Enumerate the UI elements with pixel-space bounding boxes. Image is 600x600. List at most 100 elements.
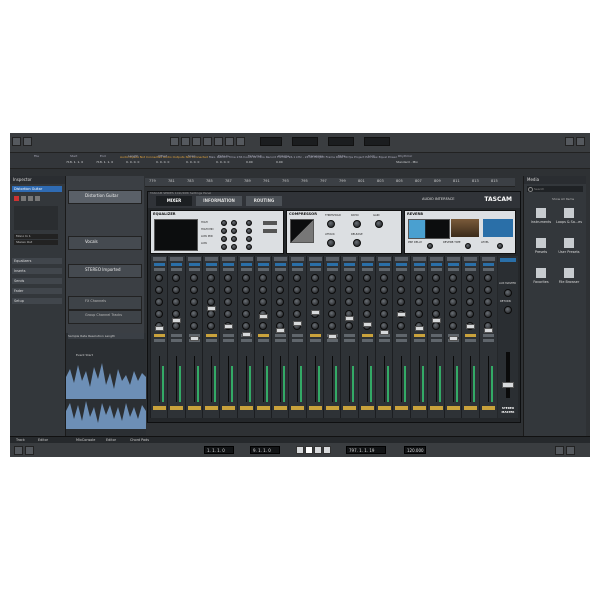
monitor-button[interactable] (21, 196, 26, 201)
channel-fader[interactable] (206, 306, 216, 311)
channel-comp-button[interactable] (275, 268, 287, 271)
channel-input-select[interactable] (170, 257, 184, 261)
channel-mute-button[interactable] (309, 334, 321, 337)
channel-solo-button[interactable] (292, 339, 304, 342)
channel-aux-knob[interactable] (483, 310, 492, 318)
comp-gain-knob[interactable] (375, 220, 383, 228)
eq-low-gain-knob[interactable] (221, 244, 227, 250)
channel-eq-knob[interactable] (466, 286, 475, 294)
channel-comp-button[interactable] (482, 268, 494, 271)
eq-low-q-knob[interactable] (246, 244, 252, 250)
channel-aux-knob[interactable] (414, 310, 423, 318)
channel-mute-button[interactable] (171, 334, 183, 337)
mute-button[interactable] (28, 196, 33, 201)
channel-gain-knob[interactable] (172, 274, 181, 282)
inspector-section-inserts[interactable]: Inserts (12, 268, 62, 274)
channel-input-select[interactable] (395, 257, 409, 261)
eq-lomid-gain-knob[interactable] (221, 236, 227, 242)
channel-comp-knob[interactable] (258, 298, 267, 306)
channel-solo-button[interactable] (482, 339, 494, 342)
channel-solo-button[interactable] (465, 339, 477, 342)
channel-eq-button[interactable] (413, 263, 425, 266)
channel-fader[interactable] (397, 312, 407, 317)
channel-fader[interactable] (310, 310, 320, 315)
snap-select[interactable] (364, 137, 390, 146)
channel-solo-button[interactable] (344, 339, 356, 342)
channel-comp-knob[interactable] (189, 298, 198, 306)
right-locator-display[interactable]: 9. 1. 1. 0 (250, 446, 280, 454)
channel-eq-button[interactable] (482, 263, 494, 266)
channel-gain-knob[interactable] (328, 274, 336, 282)
channel-input-select[interactable] (377, 257, 391, 261)
transport-menu-button[interactable] (14, 446, 23, 455)
channel-aux-knob[interactable] (431, 310, 440, 318)
channel-mute-button[interactable] (465, 334, 477, 337)
eq-high-q-knob[interactable] (246, 220, 252, 226)
track-row[interactable]: STEREO Imported (68, 264, 142, 278)
channel-comp-button[interactable] (154, 268, 165, 271)
channel-comp-button[interactable] (465, 268, 477, 271)
channel-pan-knob[interactable] (431, 322, 440, 330)
channel-comp-knob[interactable] (224, 298, 233, 306)
channel-input-select[interactable] (481, 257, 495, 261)
media-search-input[interactable]: Search (527, 186, 583, 192)
channel-comp-knob[interactable] (206, 298, 215, 306)
channel-input-select[interactable] (447, 257, 461, 261)
channel-comp-knob[interactable] (362, 298, 371, 306)
media-tile-loops[interactable]: Loops & Sa...es (556, 208, 582, 228)
channel-comp-knob[interactable] (345, 298, 354, 306)
auto-scroll-field[interactable] (260, 137, 282, 146)
media-tile-file-browser[interactable]: File Browser (558, 268, 580, 288)
media-tile-user-presets[interactable]: User Presets (558, 238, 580, 258)
track-row[interactable]: Distortion Guitar (68, 190, 142, 204)
channel-fader[interactable] (414, 326, 424, 331)
stop-button[interactable] (305, 446, 313, 454)
channel-pan-knob[interactable] (241, 322, 250, 330)
channel-eq-knob[interactable] (241, 286, 250, 294)
channel-aux-knob[interactable] (241, 310, 250, 318)
channel-gain-knob[interactable] (293, 274, 302, 282)
record-enable-button[interactable] (14, 196, 19, 201)
folder-track-row[interactable]: FX Channels (68, 296, 142, 310)
range-tool-button[interactable] (181, 137, 190, 146)
channel-gain-knob[interactable] (310, 274, 319, 282)
media-tile-favorites[interactable]: Favorites (530, 268, 552, 288)
channel-solo-button[interactable] (223, 339, 235, 342)
channel-mute-button[interactable] (482, 334, 494, 337)
channel-solo-button[interactable] (361, 339, 373, 342)
channel-fader[interactable] (345, 316, 355, 321)
channel-eq-button[interactable] (240, 263, 252, 266)
left-locator-display[interactable]: 1. 1. 1. 0 (204, 446, 234, 454)
channel-comp-button[interactable] (327, 268, 338, 271)
channel-comp-button[interactable] (344, 268, 356, 271)
info-value[interactable]: 0. 0. 0. 0 (186, 160, 199, 164)
channel-gain-knob[interactable] (431, 274, 440, 282)
info-value[interactable]: 0.00 (246, 160, 253, 164)
tab-mixconsole[interactable]: MixConsole (76, 438, 95, 442)
channel-fader[interactable] (379, 330, 389, 335)
zoom-tool-button[interactable] (225, 137, 234, 146)
channel-aux-knob[interactable] (155, 310, 163, 318)
channel-eq-button[interactable] (257, 263, 269, 266)
channel-aux-knob[interactable] (328, 310, 336, 318)
tab-track[interactable]: Track (16, 438, 25, 442)
info-value[interactable]: 718. 1. 1. 0 (66, 160, 83, 164)
inspector-section-equalizers[interactable]: Equalizers (12, 258, 62, 264)
info-value[interactable]: 0. 0. 0. 0 (216, 160, 229, 164)
channel-comp-button[interactable] (223, 268, 235, 271)
channel-eq-knob[interactable] (362, 286, 371, 294)
channel-input-select[interactable] (326, 257, 339, 261)
channel-aux-knob[interactable] (172, 310, 181, 318)
volume-pan-area[interactable] (14, 206, 58, 230)
channel-aux-knob[interactable] (224, 310, 233, 318)
undo-button[interactable] (23, 137, 32, 146)
channel-mute-button[interactable] (223, 334, 235, 337)
eq-high-freq-knob[interactable] (231, 220, 237, 226)
channel-fader[interactable] (276, 328, 286, 333)
channel-gain-knob[interactable] (276, 274, 285, 282)
tab-editor-2[interactable]: Editor (106, 438, 116, 442)
channel-gain-knob[interactable] (258, 274, 267, 282)
channel-comp-knob[interactable] (431, 298, 440, 306)
channel-gain-knob[interactable] (397, 274, 406, 282)
channel-comp-knob[interactable] (310, 298, 319, 306)
